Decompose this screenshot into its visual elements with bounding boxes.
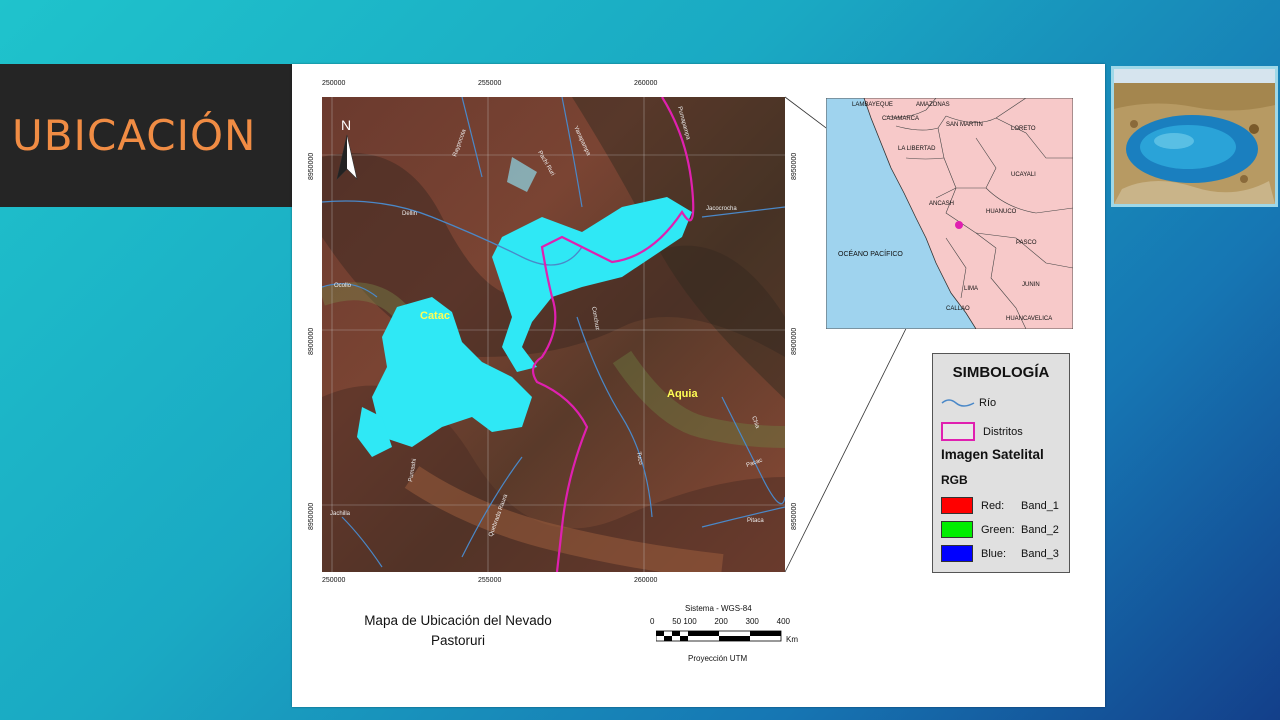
- scale-label: 50 100: [672, 617, 697, 626]
- inset-region-label: LAMBAYEQUE: [852, 102, 893, 108]
- legend-band-red: Red: Band_1: [941, 497, 1059, 514]
- green-swatch: [941, 521, 973, 538]
- band-name: Band_3: [1021, 547, 1059, 560]
- inset-region-label: CAJAMARCA: [882, 116, 919, 122]
- map-caption-line1: Mapa de Ubicación del Nevado: [364, 613, 552, 628]
- legend-river-label: Río: [979, 397, 997, 409]
- scale-bar: Sistema - WGS-84 0 50 100 200 300 400 Km…: [650, 604, 810, 674]
- scale-label: 300: [745, 617, 759, 626]
- inset-region-label: HUANCAVELICA: [1006, 316, 1052, 322]
- legend-band-green: Green: Band_2: [941, 521, 1059, 538]
- inset-region-label: LA LIBERTAD: [898, 146, 936, 152]
- inset-region-label: AMAZONAS: [916, 102, 950, 108]
- map-caption-line2: Pastoruri: [430, 633, 486, 648]
- legend-band-blue: Blue: Band_3: [941, 545, 1059, 562]
- inset-map: OCÉANO PACÍFICO LAMBAYEQUE AMAZONAS CAJA…: [825, 97, 1074, 330]
- leader-lines: [784, 96, 956, 573]
- map-caption: Mapa de Ubicación del Nevado Pastoruri: [338, 611, 578, 651]
- blue-swatch: [941, 545, 973, 562]
- scale-projection: Proyección UTM: [688, 654, 748, 663]
- study-area-marker: [955, 221, 963, 229]
- legend-title: SIMBOLOGÍA: [952, 364, 1050, 381]
- band-label: Red:: [981, 499, 1005, 512]
- inset-region-label: JUNIN: [1022, 282, 1040, 288]
- inset-region-label: LORETO: [1011, 126, 1036, 132]
- scale-unit: Km: [786, 635, 798, 644]
- scale-bar-graphic: [656, 630, 782, 642]
- inset-region-label: PASCO: [1016, 240, 1037, 246]
- legend-box: SIMBOLOGÍA Río Distritos Imagen Satelita…: [932, 353, 1070, 573]
- legend-rgb-title: RGB: [941, 473, 968, 487]
- legend-districts-label: Distritos: [983, 425, 1023, 438]
- inset-ocean-label: OCÉANO PACÍFICO: [838, 249, 903, 258]
- river-symbol-icon: [941, 399, 975, 407]
- lagoon-photo: [1111, 66, 1278, 207]
- scale-label: 200: [714, 617, 728, 626]
- inset-region-label: UCAYALI: [1011, 172, 1036, 178]
- inset-region-label: SAN MARTIN: [946, 122, 983, 128]
- scale-system: Sistema - WGS-84: [685, 604, 752, 613]
- legend-districts: Distritos: [941, 422, 1023, 441]
- inset-region-label: ANCASH: [929, 201, 954, 207]
- legend-river: Río: [941, 397, 996, 409]
- inset-region-label: HUANUCO: [986, 209, 1017, 215]
- band-label: Green:: [981, 523, 1015, 536]
- red-swatch: [941, 497, 973, 514]
- band-name: Band_1: [1021, 499, 1059, 512]
- band-label: Blue:: [981, 547, 1007, 560]
- legend-image-title: Imagen Satelital: [941, 447, 1044, 462]
- district-symbol: [941, 422, 975, 441]
- inset-region-label: CALLAO: [946, 306, 970, 312]
- scale-label: 0: [650, 617, 655, 626]
- band-name: Band_2: [1021, 523, 1059, 536]
- scale-label: 400: [776, 617, 790, 626]
- inset-region-label: LIMA: [964, 286, 978, 292]
